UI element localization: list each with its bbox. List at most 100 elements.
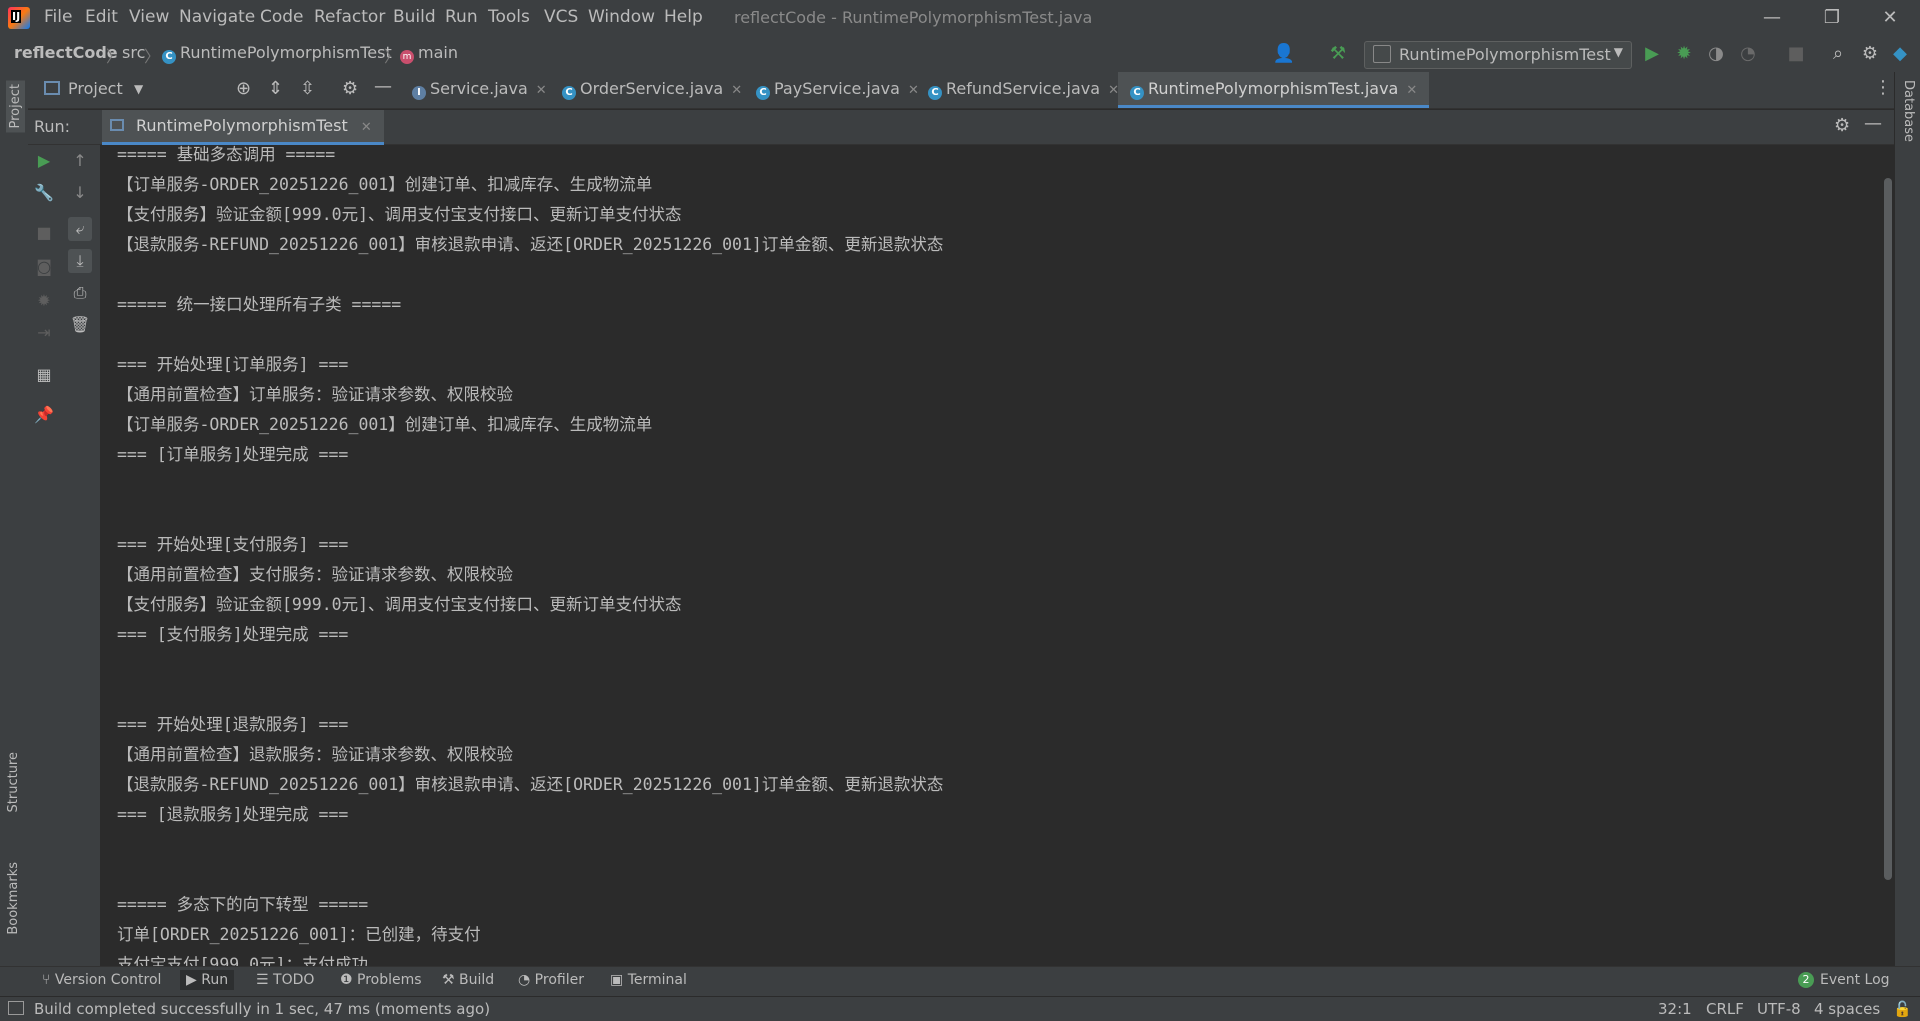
exit-icon[interactable]: ⇥ [32,321,56,345]
trash-icon[interactable]: 🗑 [68,313,92,337]
console-line: 【支付服务】验证金额[999.0元]、调用支付宝支付接口、更新订单支付状态 [117,205,682,224]
right-tool-strip: Database [1894,72,1920,966]
coverage-icon[interactable]: ◑ [1704,42,1728,66]
menu-code[interactable]: Code [260,7,304,27]
hide-panel-icon[interactable]: — [374,76,392,97]
console-line: === 开始处理[退款服务] === [117,715,349,734]
close-icon[interactable]: ✕ [731,83,742,98]
menu-help[interactable]: Help [664,7,703,27]
console-scrollbar-thumb[interactable] [1884,178,1892,880]
print-icon[interactable]: ⎙ [68,281,92,305]
minimize-button[interactable]: — [1750,4,1794,32]
line-separator[interactable]: CRLF [1706,1000,1744,1018]
wrench-icon[interactable]: 🔧 [32,181,56,205]
version-control-tab[interactable]: ⑂ Version Control [42,972,161,988]
database-side-label: Database [1901,80,1916,143]
profile-icon[interactable]: ◔ [1736,42,1760,66]
run-tab[interactable]: RuntimePolymorphismTest ✕ [102,110,384,145]
debug-icon[interactable]: ✹ [32,289,56,313]
gear-icon[interactable]: ⚙ [1834,115,1850,136]
hide-panel-icon[interactable]: — [1864,113,1882,134]
bookmarks-tool-button[interactable]: Bookmarks [6,862,21,935]
soft-wrap-icon[interactable]: ⤶ [68,217,92,241]
lock-icon[interactable]: 🔓 [1893,1000,1912,1018]
config-icon [1373,45,1391,63]
tab-payservice-java[interactable]: C PayService.java ✕ [756,72,919,106]
project-view-selector[interactable]: Project [68,79,123,98]
gear-icon[interactable]: ⚙ [1858,42,1882,66]
menu-view[interactable]: View [129,7,169,27]
toggle-tool-windows-icon[interactable] [8,1001,24,1015]
stop-icon[interactable]: ■ [32,221,56,245]
console-line: ===== 基础多态调用 ===== [117,145,336,164]
profiler-tab[interactable]: ◔ Profiler [518,972,584,988]
menu-tools[interactable]: Tools [488,7,530,27]
console-output[interactable]: ===== 基础多态调用 ===== 【订单服务-ORDER_20251226_… [100,145,1882,966]
breadcrumb-separator-icon: 〉 [106,47,123,66]
close-icon[interactable]: ✕ [1406,83,1417,98]
menu-file[interactable]: File [44,7,72,27]
list-icon: ☰ [256,972,274,988]
tab-orderservice-java[interactable]: C OrderService.java ✕ [562,72,742,106]
breadcrumb-class[interactable]: C RuntimePolymorphismTest [162,43,392,64]
problems-tab[interactable]: ❶ Problems [340,972,422,988]
up-arrow-icon[interactable]: ↑ [68,149,92,173]
breadcrumb-project[interactable]: reflectCode [14,43,118,62]
terminal-tab[interactable]: ▣ Terminal [610,972,687,988]
user-icon[interactable]: 👤 [1272,42,1296,66]
build-tab[interactable]: ⚒ Build [442,972,494,988]
menu-refactor[interactable]: Refactor [314,7,385,27]
close-icon[interactable]: ✕ [536,83,547,98]
expand-all-icon[interactable]: ⇕ [268,78,283,99]
close-icon[interactable]: ✕ [908,83,919,98]
menu-vcs[interactable]: VCS [544,7,578,27]
console-line: 【退款服务-REFUND_20251226_001】审核退款申请、返还[ORDE… [117,235,944,254]
pin-icon[interactable]: 📌 [32,403,56,427]
console-line: 【订单服务-ORDER_20251226_001】创建订单、扣减库存、生成物流单 [117,175,653,194]
close-window-button[interactable]: ✕ [1868,4,1912,32]
chevron-down-icon[interactable]: ▼ [134,82,143,96]
camera-icon[interactable]: ◙ [32,255,56,279]
todo-tab[interactable]: ☰ TODO [256,972,314,988]
gear-icon[interactable]: ⚙ [342,78,358,99]
locate-icon[interactable]: ⊕ [236,78,251,99]
layout-icon[interactable]: ▦ [32,363,56,387]
event-log-tab[interactable]: 2 Event Log [1798,972,1890,988]
menu-build[interactable]: Build [393,7,436,27]
menu-edit[interactable]: Edit [85,7,118,27]
breadcrumb-src[interactable]: src [122,43,145,62]
database-tool-button[interactable]: Database [1901,80,1916,142]
navigation-bar: reflectCode 〉 src 〉 C RuntimePolymorphism… [0,36,1920,73]
run-tool-tab[interactable]: ▶ Run [180,970,235,990]
status-message[interactable]: Build completed successfully in 1 sec, 4… [34,1000,490,1018]
down-arrow-icon[interactable]: ↓ [68,181,92,205]
collapse-all-icon[interactable]: ⇳ [300,78,315,99]
restore-button[interactable]: ❐ [1810,4,1854,32]
tab-refundservice-java[interactable]: C RefundService.java ✕ [928,72,1119,106]
plugin-icon[interactable]: ◆ [1888,42,1912,66]
caret-position[interactable]: 32:1 [1658,1000,1692,1018]
debug-icon[interactable]: ✹ [1672,42,1696,66]
rerun-icon[interactable]: ▶ [32,149,56,173]
stop-icon[interactable]: ■ [1784,42,1808,66]
breadcrumb-method[interactable]: m main [400,43,458,64]
menu-window[interactable]: Window [588,7,655,27]
tab-service-java[interactable]: I Service.java ✕ [412,72,547,106]
run-configuration-select[interactable]: RuntimePolymorphismTest ▼ [1364,41,1632,69]
structure-tool-button[interactable]: Structure [6,752,21,812]
run-configuration-label: RuntimePolymorphismTest [1399,45,1611,64]
more-tabs-icon[interactable]: ⋮ [1874,77,1892,98]
tab-runtimepolymorphismtest-java[interactable]: C RuntimePolymorphismTest.java ✕ [1118,72,1430,108]
console-line: === 开始处理[订单服务] === [117,355,349,374]
menu-run[interactable]: Run [445,7,478,27]
build-hammer-icon[interactable]: ⚒ [1326,42,1350,66]
search-icon[interactable]: ⌕ [1826,42,1850,66]
tool-window-bar: ⑂ Version Control ▶ Run ☰ TODO ❶ Problem… [0,966,1920,997]
run-icon[interactable]: ▶ [1640,42,1664,66]
close-icon[interactable]: ✕ [361,120,372,135]
project-tool-button[interactable]: Project [6,80,25,133]
menu-navigate[interactable]: Navigate [179,7,255,27]
indent-setting[interactable]: 4 spaces [1814,1000,1880,1018]
file-encoding[interactable]: UTF-8 [1757,1000,1801,1018]
scroll-to-end-icon[interactable]: ⤓ [68,249,92,273]
